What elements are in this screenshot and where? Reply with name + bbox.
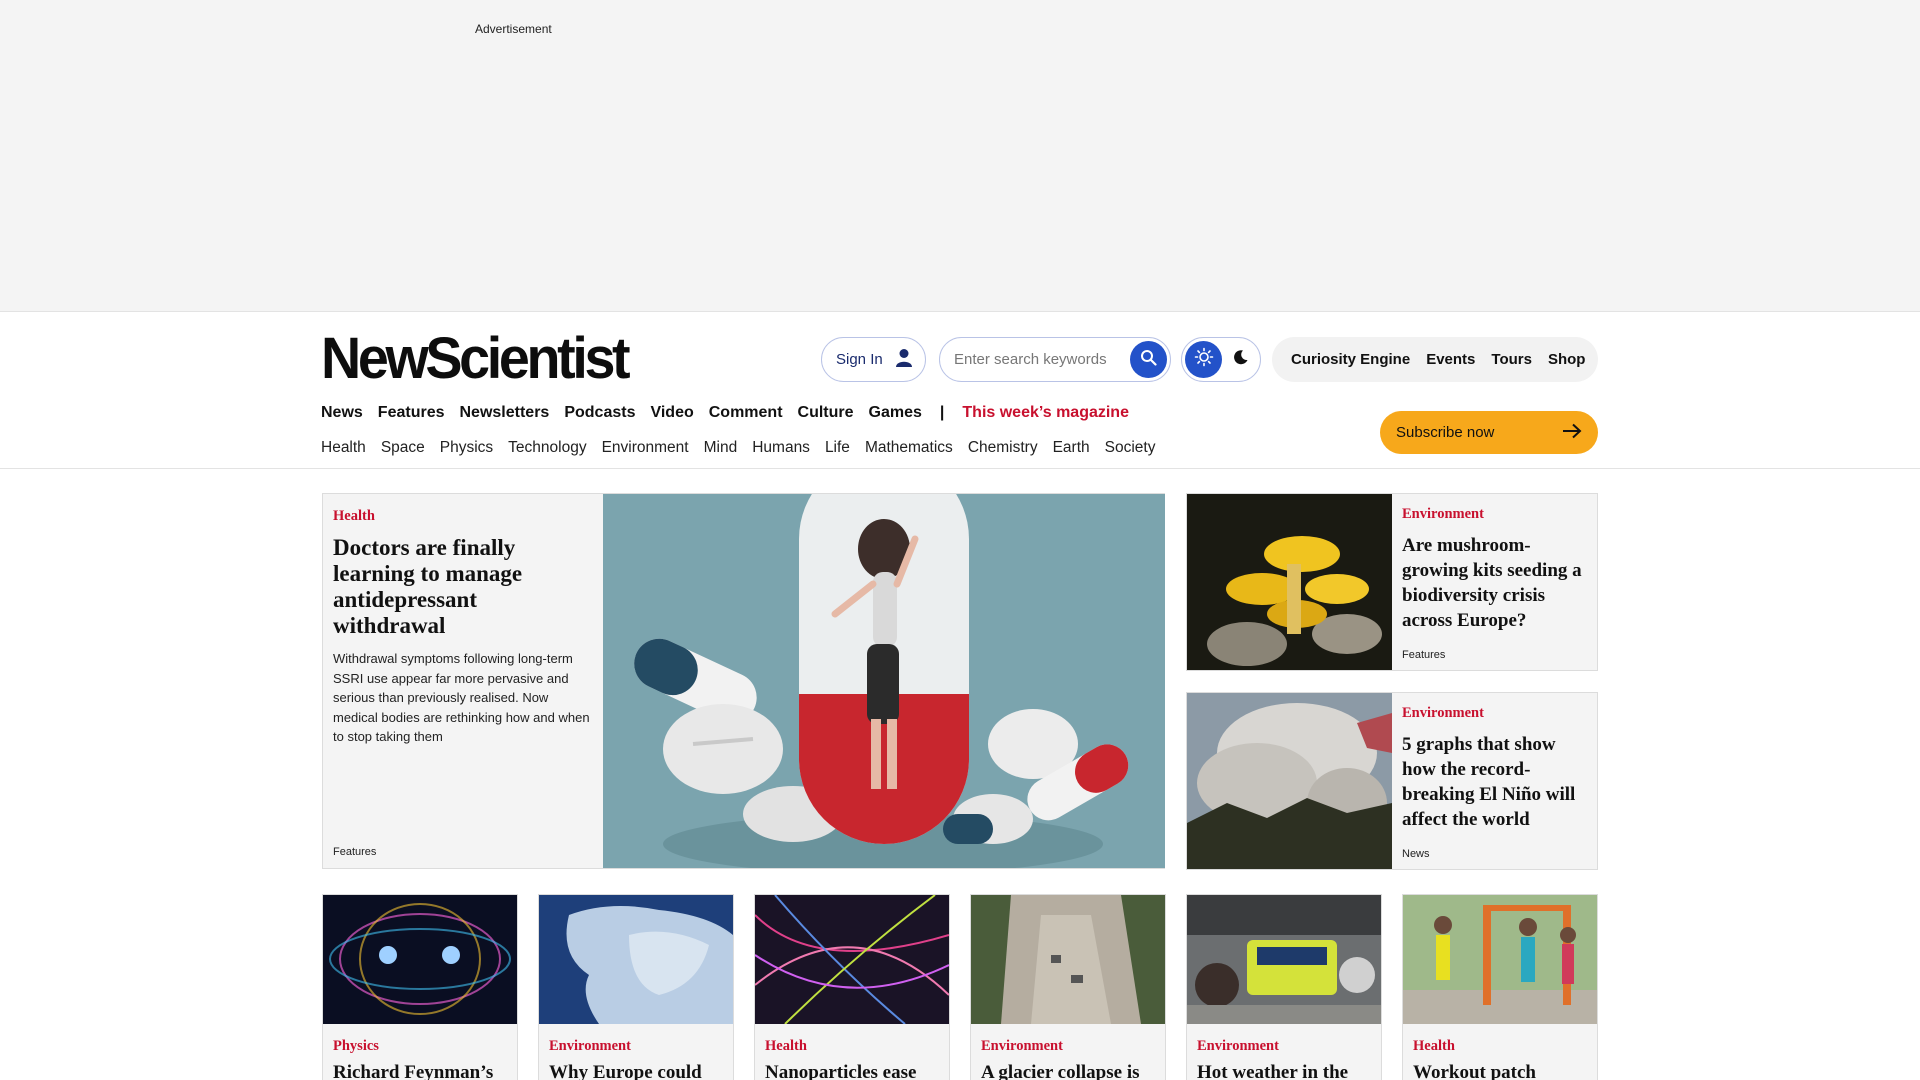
article-card-6-category[interactable]: Health: [1413, 1038, 1455, 1055]
article-card-2-category[interactable]: Environment: [549, 1038, 631, 1055]
article-card-5-image[interactable]: [1187, 895, 1381, 1024]
article-card-2-image[interactable]: [539, 895, 733, 1024]
subscribe-label: Subscribe now: [1396, 424, 1495, 441]
article-card-6[interactable]: Health Workout patch: [1402, 894, 1598, 1080]
article-card-4-category[interactable]: Environment: [981, 1038, 1063, 1055]
side-article-1-type: Features: [1402, 649, 1446, 661]
nav-this-weeks-magazine[interactable]: This week’s magazine: [962, 404, 1129, 422]
hero-description: Withdrawal symptoms following long-term …: [333, 651, 590, 744]
nav-games[interactable]: Games: [869, 404, 922, 422]
search-icon: [1140, 349, 1157, 371]
topic-life[interactable]: Life: [825, 439, 850, 457]
topic-physics[interactable]: Physics: [440, 439, 493, 457]
search-button[interactable]: [1130, 341, 1167, 378]
search-box: [939, 337, 1171, 382]
nav-podcasts[interactable]: Podcasts: [564, 404, 635, 422]
article-card-3[interactable]: Health Nanoparticles ease: [754, 894, 950, 1080]
subscribe-button[interactable]: Subscribe now: [1380, 411, 1598, 454]
hero-type-label: Features: [333, 846, 377, 858]
side-article-1[interactable]: Environment Are mushroom-growing kits se…: [1186, 493, 1598, 671]
article-card-5-title[interactable]: Hot weather in the: [1197, 1061, 1377, 1080]
side-article-2-type: News: [1402, 848, 1430, 860]
main-nav: News Features Newsletters Podcasts Video…: [321, 404, 1129, 422]
light-mode-button[interactable]: [1185, 341, 1222, 378]
link-events[interactable]: Events: [1426, 351, 1475, 368]
advertisement-label: Advertisement: [475, 22, 552, 36]
topic-health[interactable]: Health: [321, 439, 366, 457]
topic-mathematics[interactable]: Mathematics: [865, 439, 953, 457]
user-icon: [895, 348, 913, 372]
side-article-1-title[interactable]: Are mushroom-growing kits seeding a biod…: [1402, 533, 1592, 633]
topic-society[interactable]: Society: [1105, 439, 1156, 457]
topic-nav: Health Space Physics Technology Environm…: [321, 439, 1155, 457]
topic-technology[interactable]: Technology: [508, 439, 586, 457]
article-card-6-title[interactable]: Workout patch: [1413, 1061, 1593, 1080]
nav-news[interactable]: News: [321, 404, 363, 422]
side-article-1-category[interactable]: Environment: [1402, 506, 1592, 523]
topic-environment[interactable]: Environment: [602, 439, 689, 457]
article-card-4[interactable]: Environment A glacier collapse is: [970, 894, 1166, 1080]
moon-icon: [1233, 349, 1249, 370]
arrow-right-icon: [1562, 423, 1582, 443]
link-shop[interactable]: Shop: [1548, 351, 1586, 368]
article-card-6-image[interactable]: [1403, 895, 1597, 1024]
article-card-2-title[interactable]: Why Europe could: [549, 1061, 729, 1080]
sign-in-button[interactable]: Sign In: [821, 337, 926, 382]
topic-mind[interactable]: Mind: [704, 439, 738, 457]
article-card-2[interactable]: Environment Why Europe could: [538, 894, 734, 1080]
dark-mode-button[interactable]: [1222, 341, 1259, 378]
advertisement-area: Advertisement: [0, 0, 1920, 312]
article-card-1-title[interactable]: Richard Feynman’s: [333, 1061, 513, 1080]
newscientist-logo[interactable]: NewScientist: [321, 330, 631, 388]
nav-separator: |: [939, 404, 945, 421]
article-card-1-category[interactable]: Physics: [333, 1038, 379, 1055]
article-card-4-title[interactable]: A glacier collapse is: [981, 1061, 1161, 1080]
article-card-5[interactable]: Environment Hot weather in the: [1186, 894, 1382, 1080]
side-article-1-image[interactable]: [1187, 494, 1392, 670]
hero-category[interactable]: Health: [333, 508, 593, 525]
article-card-5-category[interactable]: Environment: [1197, 1038, 1279, 1055]
search-input[interactable]: [954, 351, 1114, 368]
side-article-2-category[interactable]: Environment: [1402, 705, 1592, 722]
topic-chemistry[interactable]: Chemistry: [968, 439, 1038, 457]
link-curiosity-engine[interactable]: Curiosity Engine: [1291, 351, 1410, 368]
article-card-3-image[interactable]: [755, 895, 949, 1024]
link-tours[interactable]: Tours: [1491, 351, 1532, 368]
article-card-3-title[interactable]: Nanoparticles ease: [765, 1061, 945, 1080]
hero-article[interactable]: Health Doctors are finally learning to m…: [322, 493, 1165, 869]
nav-video[interactable]: Video: [650, 404, 693, 422]
side-article-2[interactable]: Environment 5 graphs that show how the r…: [1186, 692, 1598, 870]
nav-newsletters[interactable]: Newsletters: [460, 404, 550, 422]
side-article-2-title[interactable]: 5 graphs that show how the record-breaki…: [1402, 732, 1592, 832]
nav-comment[interactable]: Comment: [709, 404, 783, 422]
hero-image[interactable]: [603, 494, 1165, 868]
utility-links: Curiosity Engine Events Tours Shop: [1272, 337, 1598, 382]
article-card-3-category[interactable]: Health: [765, 1038, 807, 1055]
article-card-4-image[interactable]: [971, 895, 1165, 1024]
theme-toggle: [1181, 337, 1261, 382]
topic-space[interactable]: Space: [381, 439, 425, 457]
sun-icon: [1194, 347, 1214, 372]
side-article-2-image[interactable]: [1187, 693, 1392, 869]
nav-features[interactable]: Features: [378, 404, 445, 422]
sign-in-label: Sign In: [836, 351, 883, 368]
hero-title[interactable]: Doctors are finally learning to manage a…: [333, 535, 593, 639]
topic-humans[interactable]: Humans: [752, 439, 810, 457]
article-card-1[interactable]: Physics Richard Feynman’s: [322, 894, 518, 1080]
topic-earth[interactable]: Earth: [1053, 439, 1090, 457]
article-card-1-image[interactable]: [323, 895, 517, 1024]
nav-culture[interactable]: Culture: [798, 404, 854, 422]
